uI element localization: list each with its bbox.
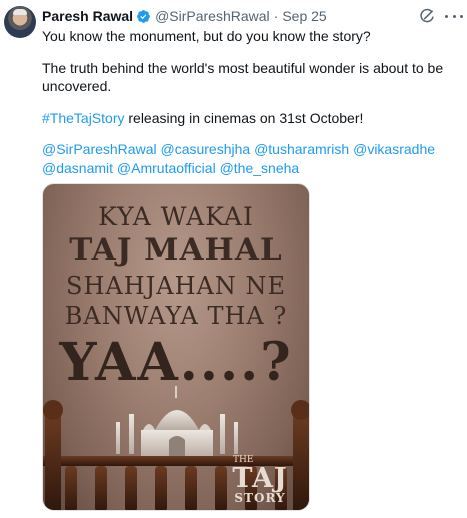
tweet[interactable]: Paresh Rawal @SirPareshRawal · Sep 25 Yo…: [0, 0, 467, 518]
separator-dot: ·: [273, 8, 279, 24]
mention-link[interactable]: @vikasradhe: [353, 141, 435, 157]
tweet-line-3: #TheTajStory releasing in cinemas on 31s…: [42, 109, 452, 128]
more-options-icon[interactable]: [445, 8, 463, 24]
movie-logo: THE TAJ STORY: [225, 456, 295, 505]
tweet-line-2: The truth behind the world's most beauti…: [42, 59, 444, 95]
mention-link[interactable]: @SirPareshRawal: [42, 141, 157, 157]
mention-link[interactable]: @dasnamit: [42, 160, 113, 176]
hashtag-link[interactable]: #TheTajStory: [42, 110, 124, 126]
author-name[interactable]: Paresh Rawal: [42, 8, 133, 24]
logo-taj: TAJ: [232, 463, 288, 494]
poster-line-1: KYA WAKAI: [98, 202, 254, 231]
mention-link[interactable]: @casureshjha: [160, 141, 250, 157]
tweet-media-image[interactable]: KYA WAKAI TAJ MAHAL SHAHJAHAN NE BANWAYA…: [42, 183, 310, 511]
logo-story: STORY: [234, 491, 286, 505]
verified-badge-icon: [137, 9, 150, 23]
mentions: @SirPareshRawal @casureshjha @tusharamri…: [42, 140, 452, 177]
poster-line-4: BANWAYA THA ?: [64, 302, 288, 330]
tweet-line-1: You know the monument, but do you know t…: [42, 28, 371, 44]
tweet-text: You know the monument, but do you know t…: [42, 27, 452, 177]
author-avatar[interactable]: [4, 6, 36, 38]
tweet-line-3-text: releasing in cinemas on 31st October!: [124, 109, 364, 126]
mention-link[interactable]: @tusharamrish: [254, 141, 349, 157]
mention-link[interactable]: @Amrutaofficial: [117, 160, 216, 176]
poster-line-3: SHAHJAHAN NE: [66, 272, 286, 300]
tweet-date[interactable]: Sep 25: [282, 8, 326, 24]
mention-link[interactable]: @the_sneha: [220, 160, 300, 176]
poster-line-2: TAJ MAHAL: [69, 232, 283, 268]
author-handle[interactable]: @SirPareshRawal: [155, 8, 270, 24]
tweet-header: Paresh Rawal @SirPareshRawal · Sep 25: [42, 7, 327, 25]
grok-icon[interactable]: [419, 8, 435, 24]
